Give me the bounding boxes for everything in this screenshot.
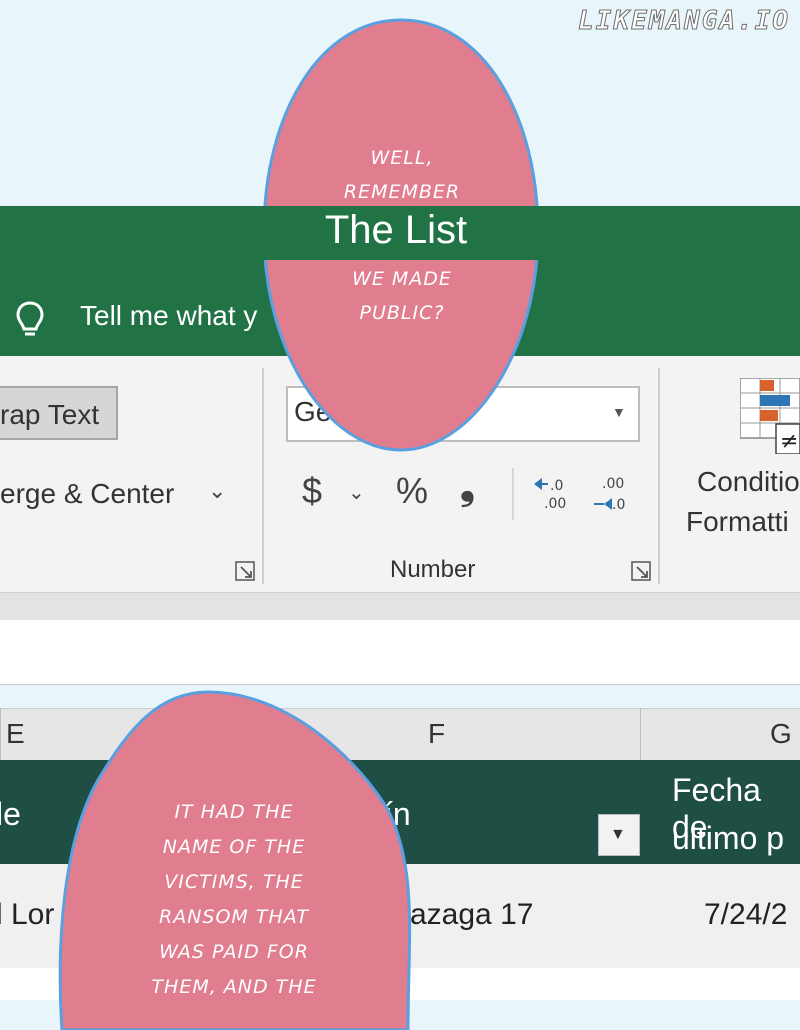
comma-style-button[interactable]: ❟ [460,466,475,509]
chevron-down-icon[interactable]: ⌄ [348,480,365,505]
speech-text-line: remember [343,181,461,203]
conditional-formatting-icon[interactable]: ≠ [740,378,800,454]
ribbon-separator [512,468,514,520]
speech-text-line: them, and the [151,976,317,998]
column-divider[interactable] [640,708,641,760]
svg-text:.00: .00 [602,476,624,492]
speech-text-line: name of the [162,836,306,858]
formula-bar-area[interactable] [0,620,800,685]
conditional-formatting-label-2[interactable]: Formatti [686,506,789,538]
speech-text-line: victims, the [164,871,304,893]
percent-style-button[interactable]: % [396,470,428,512]
dialog-launcher-icon[interactable] [630,560,652,582]
column-header-f[interactable]: F [428,718,445,750]
svg-text:.0: .0 [612,497,625,513]
wrap-text-label: rap Text [0,399,100,430]
dialog-launcher-icon[interactable] [234,560,256,582]
title-text: The List [324,208,468,252]
ribbon-bottom-strip [0,592,800,622]
table-cell[interactable]: 7/24/2 [704,898,787,932]
speech-text-line: we made [352,268,452,290]
speech-text-line: it had the [174,801,294,823]
speech-text-line: well, [370,147,434,169]
tell-me-search[interactable]: Tell me what y [80,300,257,332]
column-divider [0,708,1,760]
dropdown-arrow-icon: ▼ [610,826,626,843]
ribbon-separator [658,368,660,584]
decrease-decimal-icon[interactable]: .00 .0 [590,474,634,514]
speech-text-line: public? [359,302,445,324]
svg-text:≠: ≠ [780,429,798,454]
lightbulb-icon [16,301,44,336]
table-header-cell: ultimo p [672,820,785,856]
dropdown-arrow-icon[interactable]: ▼ [612,404,626,420]
chevron-down-icon[interactable]: ⌄ [208,478,226,504]
watermark: LIKEMANGA.IO [578,6,790,37]
table-cell[interactable]: azaga 17 [410,898,533,932]
conditional-formatting-label-1[interactable]: Conditio [697,466,800,498]
table-header-cell[interactable]: le [0,796,21,833]
number-group-label: Number [390,556,476,583]
speech-text-line: ransom that [159,906,309,928]
column-header-g[interactable]: G [770,718,792,750]
svg-text:.00: .00 [544,496,566,512]
accounting-format-button[interactable]: $ [302,470,322,512]
merge-center-button[interactable]: erge & Center [0,478,174,510]
speech-text-line: was paid for [159,941,309,963]
table-cell[interactable]: l Lor [0,898,54,932]
column-header-e[interactable]: E [6,718,25,750]
svg-text:.0: .0 [550,478,563,494]
increase-decimal-icon[interactable]: .0 .00 [530,474,574,514]
